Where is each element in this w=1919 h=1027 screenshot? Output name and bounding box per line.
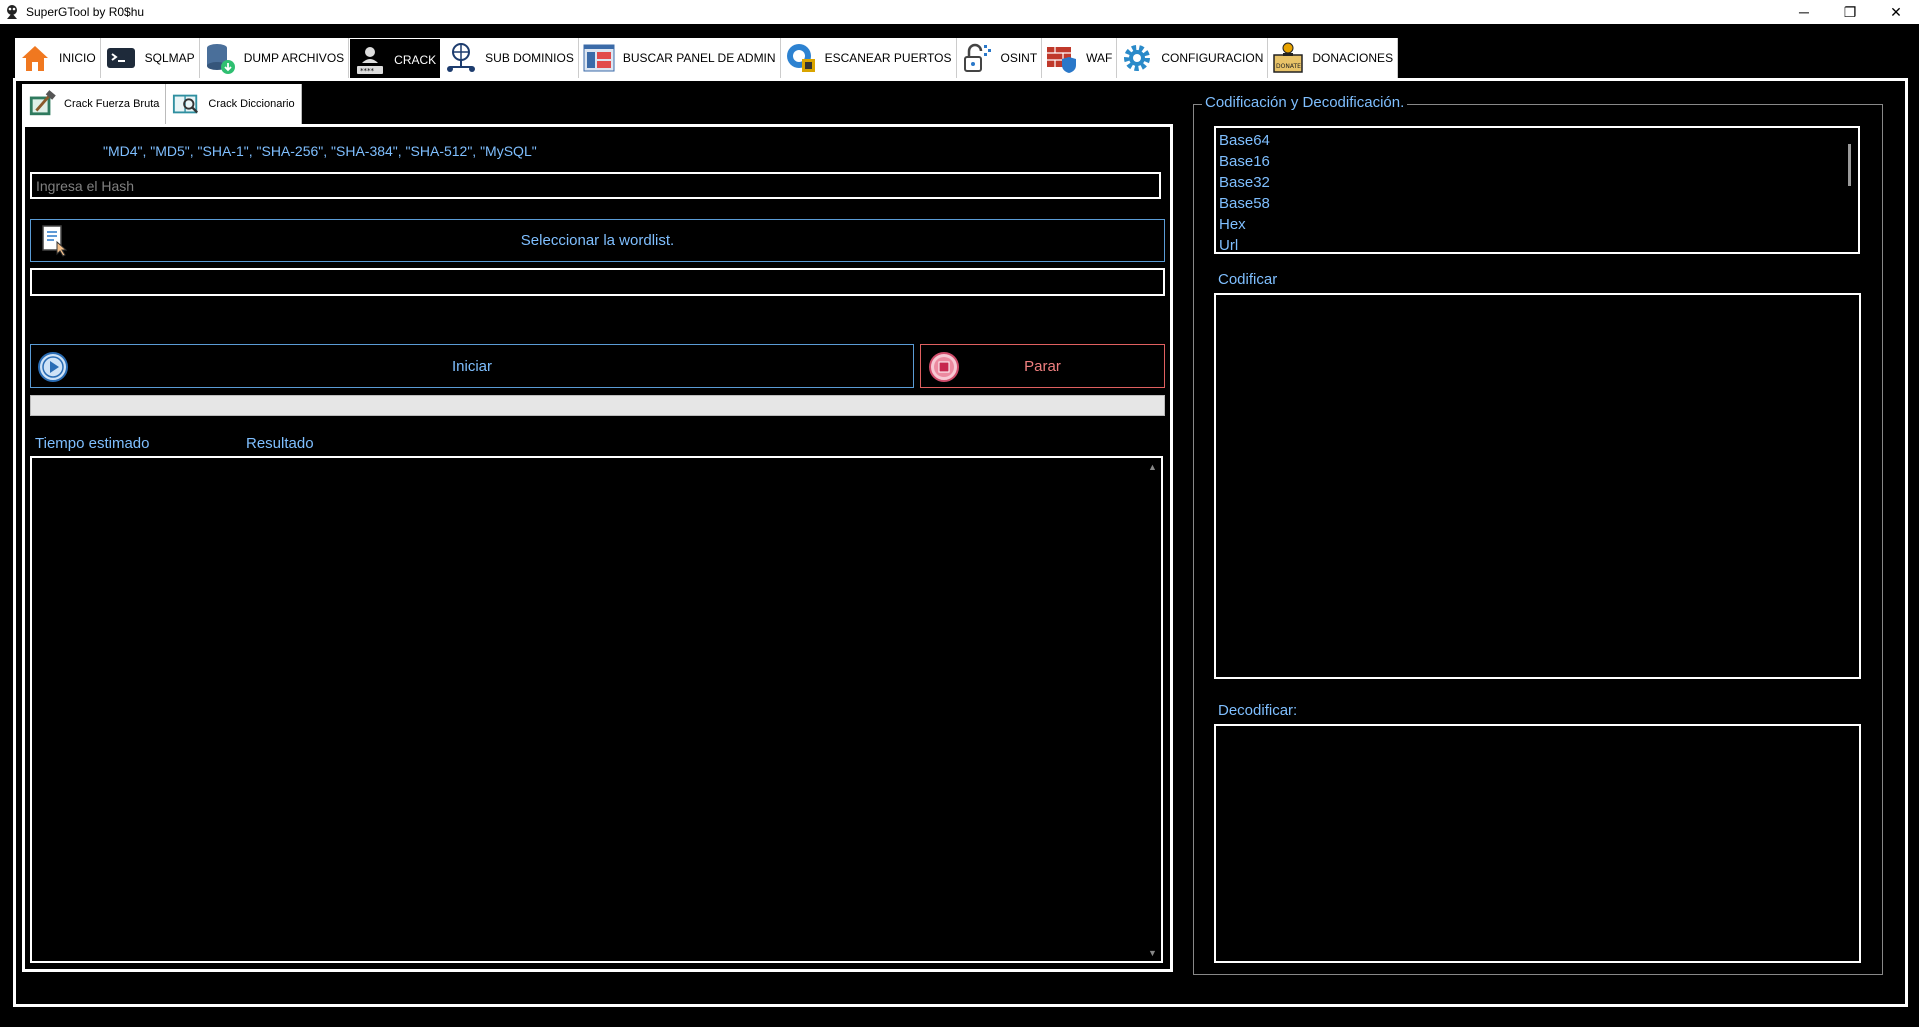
select-wordlist-button[interactable]: Seleccionar la wordlist. <box>30 219 1165 262</box>
tab-sqlmap[interactable]: SQLMAP <box>100 38 200 78</box>
svg-text:****: **** <box>360 67 375 75</box>
list-item[interactable]: Base32 <box>1219 172 1858 193</box>
tab-label: Crack Fuerza Bruta <box>64 98 160 110</box>
results-scrollbar[interactable]: ▲ ▼ <box>1144 458 1161 961</box>
tab-label: INICIO <box>59 51 96 65</box>
tab-buscar-panel-admin[interactable]: BUSCAR PANEL DE ADMIN <box>578 38 781 78</box>
port-scan-icon <box>783 40 819 76</box>
tab-label: SQLMAP <box>144 51 195 65</box>
stop-icon <box>929 352 959 382</box>
tab-label: CRACK <box>394 52 437 67</box>
tab-label: DONACIONES <box>1312 51 1394 65</box>
codec-group-title: Codificación y Decodificación. <box>1202 94 1408 111</box>
encode-label: Codificar <box>1218 271 1278 288</box>
donate-icon: DONATE <box>1270 40 1306 76</box>
window-title: SuperGTool by R0$hu <box>26 5 145 19</box>
close-button[interactable]: ✕ <box>1873 0 1919 24</box>
tab-label: CONFIGURACION <box>1161 51 1264 65</box>
hammer-icon <box>26 89 58 119</box>
encoding-method-list[interactable]: Base64 Base16 Base32 Base58 Hex Url <box>1214 126 1860 254</box>
globe-network-icon <box>443 40 479 76</box>
tab-label: DUMP ARCHIVOS <box>243 51 345 65</box>
tab-label: ESCANEAR PUERTOS <box>824 51 952 65</box>
result-label: Resultado <box>246 435 314 452</box>
window-controls: ─ ❐ ✕ <box>1781 0 1919 24</box>
decode-label: Decodificar: <box>1218 702 1298 719</box>
encode-textarea[interactable] <box>1214 293 1861 679</box>
main-tab-strip: INICIO SQLMAP DUMP ARCHIVOS **** CRACK S… <box>15 38 1399 80</box>
tab-crack-diccionario[interactable]: Crack Diccionario <box>166 84 302 124</box>
method-list-scrollbar[interactable] <box>1841 128 1858 252</box>
title-bar: SuperGTool by R0$hu ─ ❐ ✕ <box>0 0 1919 24</box>
wordlist-path-field[interactable] <box>30 268 1165 296</box>
scroll-up-icon[interactable]: ▲ <box>1144 458 1161 475</box>
list-item[interactable]: Base64 <box>1219 130 1858 151</box>
tab-label: OSINT <box>1000 51 1038 65</box>
tab-dump-archivos[interactable]: DUMP ARCHIVOS <box>199 38 350 78</box>
hash-input[interactable] <box>30 172 1161 199</box>
select-wordlist-label: Seleccionar la wordlist. <box>520 232 675 249</box>
list-item[interactable]: Base16 <box>1219 151 1858 172</box>
tab-label: BUSCAR PANEL DE ADMIN <box>622 51 776 65</box>
home-icon <box>17 40 53 76</box>
crack-progress-bar <box>30 395 1165 416</box>
tab-sub-dominios[interactable]: SUB DOMINIOS <box>441 38 579 78</box>
tab-escanear-puertos[interactable]: ESCANEAR PUERTOS <box>780 38 957 78</box>
restore-button[interactable]: ❐ <box>1827 0 1873 24</box>
tab-label: SUB DOMINIOS <box>485 51 574 65</box>
tab-crack[interactable]: **** CRACK <box>349 38 442 80</box>
estimated-time-label: Tiempo estimado <box>35 435 150 452</box>
tab-inicio[interactable]: INICIO <box>15 38 101 78</box>
minimize-button[interactable]: ─ <box>1781 0 1827 24</box>
scrollbar-thumb[interactable] <box>1848 144 1851 186</box>
document-pointer-icon <box>42 225 68 257</box>
terminal-icon <box>103 40 139 76</box>
tab-configuracion[interactable]: CONFIGURACION <box>1117 38 1269 78</box>
tab-waf[interactable]: WAF <box>1042 38 1118 78</box>
scroll-down-icon[interactable]: ▼ <box>1144 944 1161 961</box>
list-item[interactable]: Url <box>1219 235 1858 256</box>
app-logo-icon <box>7 5 17 19</box>
tab-crack-fuerza-bruta[interactable]: Crack Fuerza Bruta <box>22 84 167 124</box>
tab-label: WAF <box>1086 51 1113 65</box>
start-label: Iniciar <box>451 357 492 375</box>
decode-textarea[interactable] <box>1214 724 1861 963</box>
results-output[interactable]: ▲ ▼ <box>30 456 1163 963</box>
supported-hash-types: "MD4", "MD5", "SHA-1", "SHA-256", "SHA-3… <box>103 143 537 159</box>
database-download-icon <box>202 40 238 76</box>
play-icon <box>38 352 68 382</box>
firewall-icon <box>1044 40 1080 76</box>
unlock-icon <box>959 40 995 76</box>
tab-donaciones[interactable]: DONATE DONACIONES <box>1268 38 1399 78</box>
tab-label: Crack Diccionario <box>208 98 295 110</box>
crack-sub-tab-strip: Crack Fuerza Bruta Crack Diccionario <box>22 84 302 124</box>
dictionary-icon <box>170 89 202 119</box>
admin-panel-icon <box>581 40 617 76</box>
list-item[interactable]: Base58 <box>1219 193 1858 214</box>
start-button[interactable]: Iniciar <box>30 344 914 388</box>
list-item[interactable]: Hex <box>1219 214 1858 235</box>
stop-label: Parar <box>1024 357 1061 375</box>
stop-button[interactable]: Parar <box>920 344 1165 388</box>
gear-icon <box>1119 40 1155 76</box>
svg-text:DONATE: DONATE <box>1276 63 1301 70</box>
tab-osint[interactable]: OSINT <box>956 38 1043 78</box>
hacker-password-icon: **** <box>352 42 388 78</box>
